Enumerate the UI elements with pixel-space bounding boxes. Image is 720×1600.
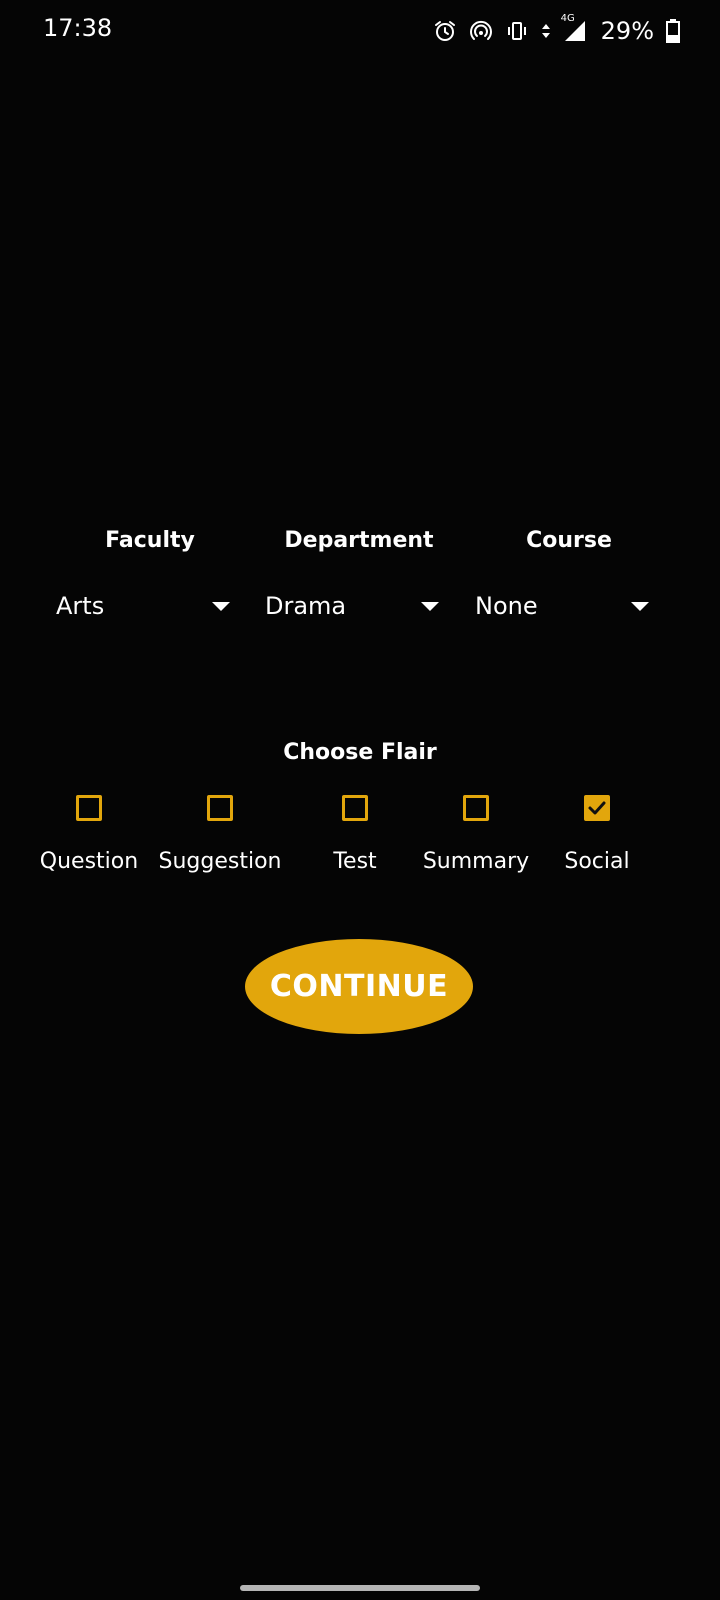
flair-option-summary[interactable]: Summary [406, 795, 546, 874]
dropdown-arrow-icon [212, 601, 230, 611]
flair-label-question: Question [39, 849, 139, 874]
course-value: None [475, 592, 538, 620]
summary-checkbox[interactable] [463, 795, 489, 821]
network-type: 4G [560, 13, 575, 24]
faculty-label: Faculty [105, 528, 195, 553]
flair-label-suggestion: Suggestion [158, 849, 282, 874]
battery-icon [666, 19, 680, 43]
course-label: Course [526, 528, 612, 553]
flair-option-suggestion[interactable]: Suggestion [150, 795, 290, 874]
battery-percent: 29% [600, 17, 654, 45]
flair-option-question[interactable]: Question [19, 795, 159, 874]
flair-label-social: Social [564, 849, 630, 874]
flair-title: Choose Flair [283, 740, 437, 765]
data-arrows-icon [541, 21, 551, 41]
alarm-icon [433, 19, 457, 43]
department-dropdown[interactable]: Drama [265, 584, 443, 628]
status-time: 17:38 [43, 14, 113, 42]
social-checkbox[interactable] [584, 795, 610, 821]
status-icons: 4G 29% [433, 12, 680, 50]
vibrate-icon [505, 19, 529, 43]
signal-icon: 4G [561, 13, 587, 43]
faculty-dropdown[interactable]: Arts [56, 584, 234, 628]
flair-option-test[interactable]: Test [285, 795, 425, 874]
dropdown-arrow-icon [421, 601, 439, 611]
flair-label-summary: Summary [422, 849, 530, 874]
screen: 17:38 4G 29% Faculty Department Course A… [0, 0, 720, 1600]
department-value: Drama [265, 592, 347, 620]
home-gesture-handle[interactable] [240, 1585, 480, 1591]
hotspot-icon [469, 19, 493, 43]
course-dropdown[interactable]: None [475, 584, 653, 628]
continue-button[interactable]: CONTINUE [245, 939, 473, 1034]
department-label: Department [284, 528, 434, 553]
faculty-value: Arts [56, 592, 105, 620]
flair-option-social[interactable]: Social [527, 795, 667, 874]
test-checkbox[interactable] [342, 795, 368, 821]
question-checkbox[interactable] [76, 795, 102, 821]
checkmark-icon [588, 801, 606, 815]
dropdown-arrow-icon [631, 601, 649, 611]
flair-label-test: Test [333, 849, 377, 874]
suggestion-checkbox[interactable] [207, 795, 233, 821]
